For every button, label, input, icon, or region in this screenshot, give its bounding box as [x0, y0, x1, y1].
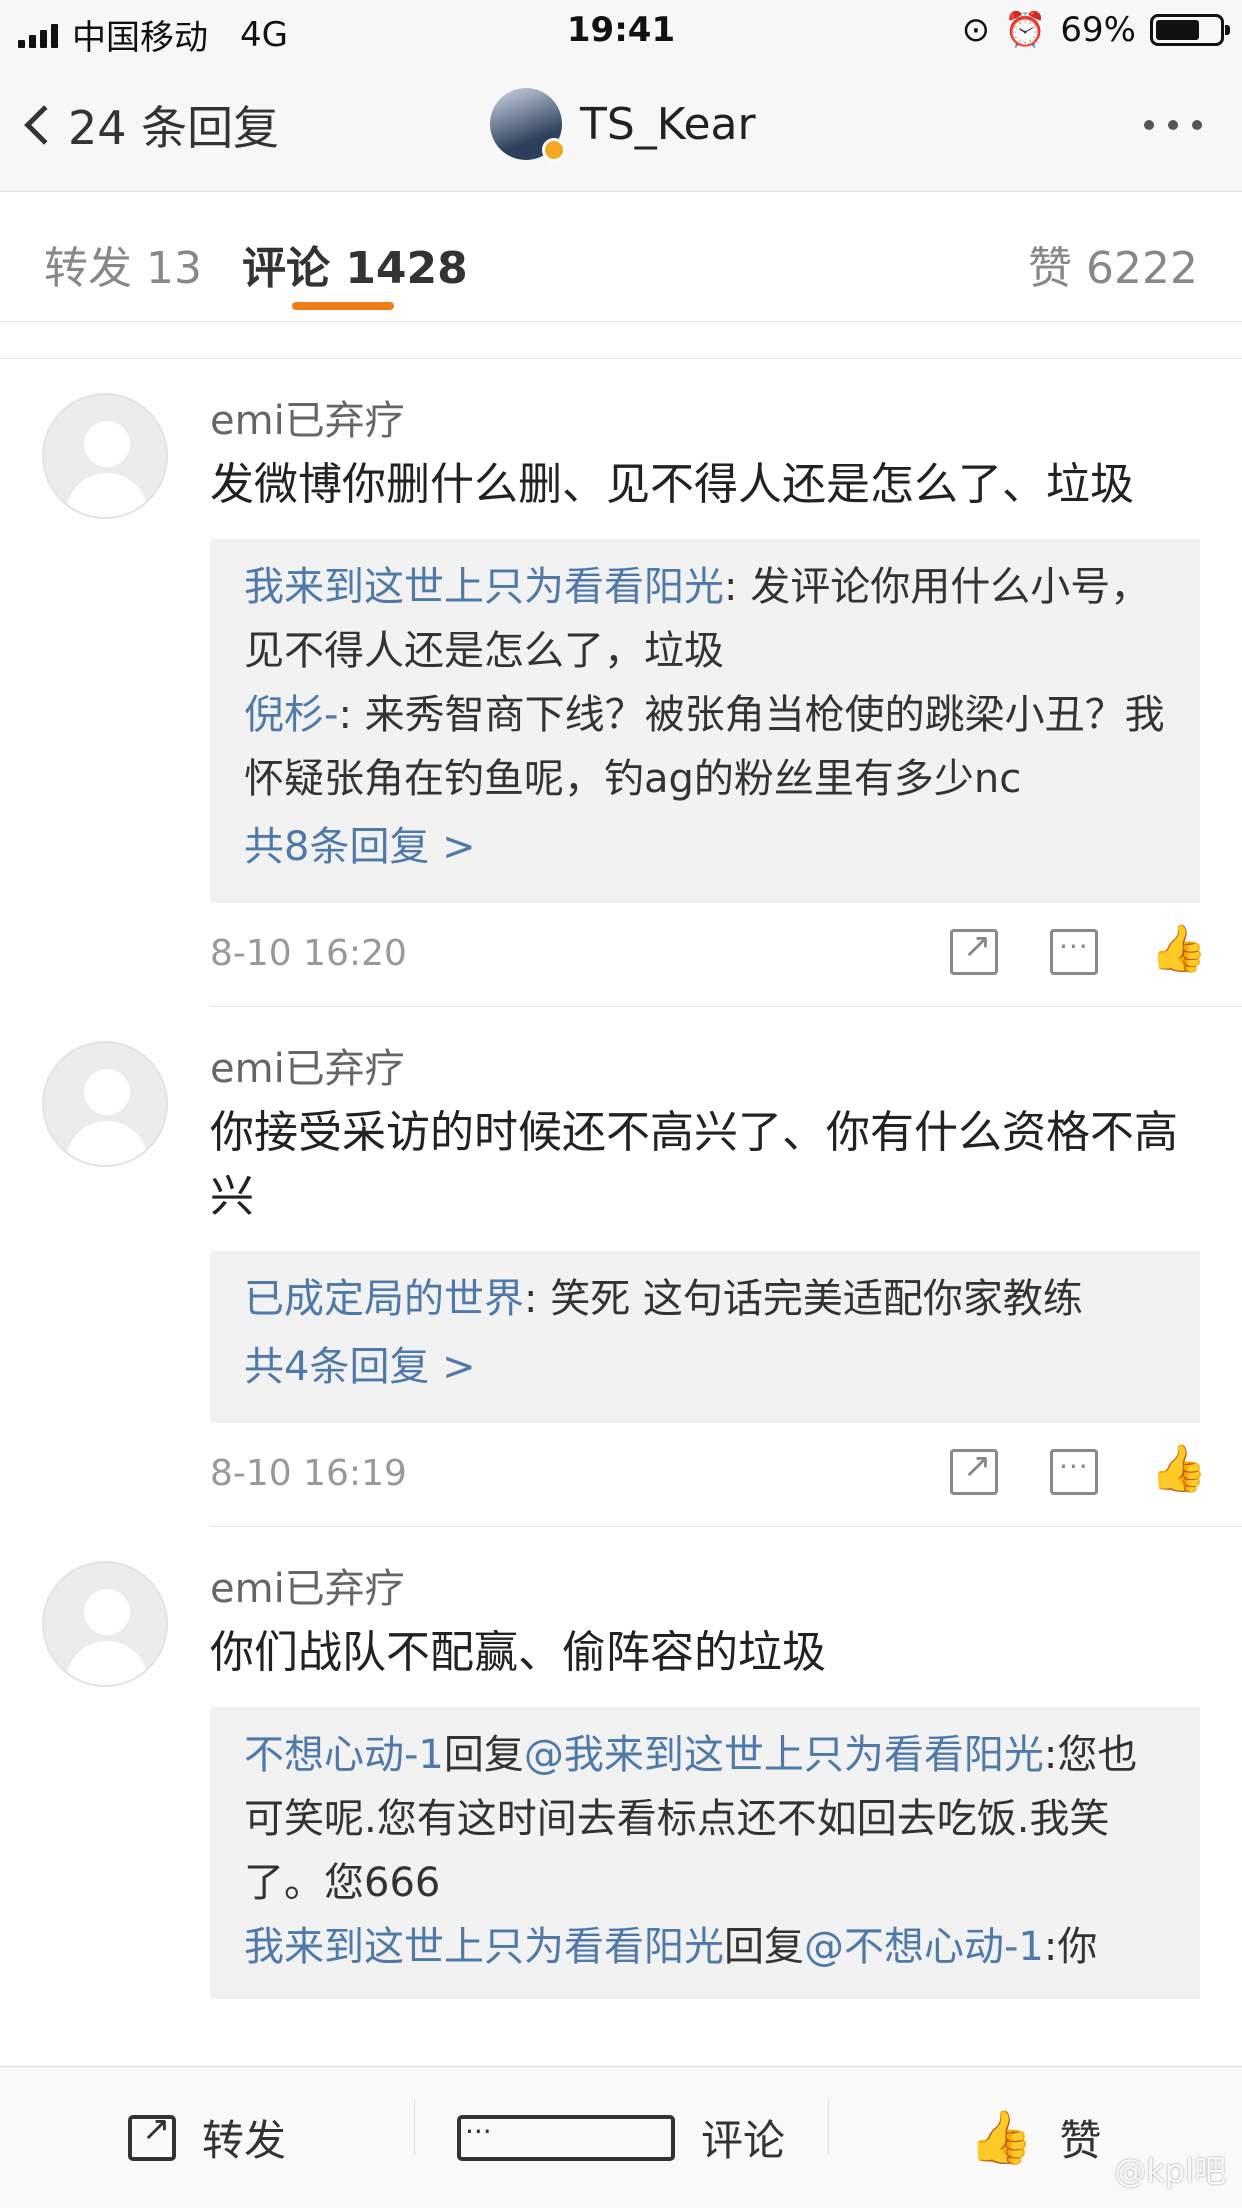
comment-username[interactable]: emi已弃疗 — [210, 1041, 1242, 1097]
like-label: 赞 — [1059, 2116, 1102, 2165]
reply-item: 我来到这世上只为看看阳光: 发评论你用什么小号，见不得人还是怎么了，垃圾 — [244, 555, 1166, 683]
comment-footer: 8-10 16:19 👍 — [210, 1423, 1242, 1527]
more-dots-icon[interactable] — [1144, 120, 1202, 130]
tab-comments[interactable]: 评论 1428 — [242, 232, 468, 296]
reply-mid: 回复 — [443, 1732, 524, 1778]
comment-text: 发微博你删什么删、见不得人还是怎么了、垃圾 — [210, 459, 1134, 510]
reply-item: 倪杉-: 来秀智商下线？被张角当枪使的跳梁小丑？我怀疑张角在钓鱼呢，钓ag的粉丝… — [244, 683, 1166, 811]
tab-repost[interactable]: 转发 13 — [44, 232, 202, 296]
reply-box[interactable]: 已成定局的世界: 笑死 这句话完美适配你家教练 共4条回复 > — [210, 1251, 1200, 1423]
status-right: ⊙ ⏰ 69% — [961, 10, 1230, 50]
reply-username[interactable]: 我来到这世上只为看看阳光 — [244, 1924, 724, 1970]
status-bar: 中国移动 4G 19:41 ⊙ ⏰ 69% — [0, 0, 1242, 62]
rotation-lock-icon: ⊙ — [961, 10, 991, 50]
more-replies-link[interactable]: 共8条回复 > — [244, 811, 1166, 883]
comment-item: emi已弃疗 发微博你删什么删、见不得人还是怎么了、垃圾 我来到这世上只为看看阳… — [0, 359, 1242, 1007]
reply-item: 不想心动-1回复@我来到这世上只为看看阳光:您也可笑呢.您有这时间去看标点还不如… — [244, 1723, 1166, 1915]
reply-mention[interactable]: @不想心动-1 — [804, 1924, 1044, 1970]
share-icon — [127, 2109, 176, 2161]
thumbs-up-icon: 👍 — [968, 2108, 1034, 2168]
comment-time: 8-10 16:19 — [210, 1453, 407, 1494]
repost-button[interactable]: 转发 — [0, 2107, 414, 2168]
alarm-icon: ⏰ — [1004, 10, 1047, 50]
comment-list: emi已弃疗 发微博你删什么删、见不得人还是怎么了、垃圾 我来到这世上只为看看阳… — [0, 323, 1242, 1999]
repost-label: 转发 — [201, 2116, 286, 2165]
watermark: @kpl吧 — [1114, 2152, 1226, 2190]
reply-item: 我来到这世上只为看看阳光回复@不想心动-1:你 — [244, 1915, 1166, 1979]
comment-button[interactable]: 评论 — [414, 2099, 828, 2168]
comment-item: emi已弃疗 你接受采访的时候还不高兴了、你有什么资格不高兴 已成定局的世界: … — [0, 1007, 1242, 1527]
comment-text: 你们战队不配赢、偷阵容的垃圾 — [210, 1627, 826, 1678]
avatar[interactable] — [42, 1561, 168, 1687]
reply-box[interactable]: 我来到这世上只为看看阳光: 发评论你用什么小号，见不得人还是怎么了，垃圾 倪杉-… — [210, 539, 1200, 903]
verified-badge-icon — [542, 138, 566, 162]
back-label: 24 条回复 — [68, 101, 280, 155]
comment-text: 你接受采访的时候还不高兴了、你有什么资格不高兴 — [210, 1107, 1178, 1222]
reply-username[interactable]: 不想心动-1 — [244, 1732, 444, 1778]
reply-username[interactable]: 已成定局的世界 — [244, 1276, 524, 1322]
comment-icon[interactable] — [1050, 1449, 1098, 1495]
chevron-left-icon — [24, 105, 64, 145]
bottom-toolbar: 转发 评论 👍 赞 @kpl吧 — [0, 2066, 1242, 2208]
avatar[interactable] — [42, 393, 168, 519]
reply-item: 已成定局的世界: 笑死 这句话完美适配你家教练 — [244, 1267, 1166, 1331]
comment-icon — [456, 2114, 675, 2161]
nav-bar: 24 条回复 TS_Kear — [0, 62, 1242, 192]
reply-username[interactable]: 倪杉- — [244, 692, 338, 738]
reply-text: : 笑死 这句话完美适配你家教练 — [524, 1276, 1083, 1322]
divider — [0, 323, 1242, 359]
reply-text: :你 — [1043, 1924, 1098, 1970]
battery-label: 69% — [1060, 10, 1136, 50]
tab-bar: 转发 13 评论 1428 赞 6222 — [0, 192, 1242, 322]
thumbs-up-icon[interactable]: 👍 — [1150, 1441, 1207, 1495]
share-icon[interactable] — [950, 1446, 998, 1495]
user-avatar — [490, 88, 566, 162]
comment-time: 8-10 16:20 — [210, 933, 407, 974]
comment-icon[interactable] — [1050, 929, 1098, 975]
tab-likes[interactable]: 赞 6222 — [1028, 232, 1198, 296]
battery-icon — [1150, 14, 1230, 46]
comment-username[interactable]: emi已弃疗 — [210, 393, 1242, 449]
reply-mention[interactable]: @我来到这世上只为看看阳光 — [524, 1732, 1044, 1778]
share-icon[interactable] — [950, 926, 998, 975]
more-replies-link[interactable]: 共4条回复 > — [244, 1331, 1166, 1403]
comment-footer: 8-10 16:20 👍 — [210, 903, 1242, 1007]
reply-mid: 回复 — [724, 1924, 804, 1970]
thumbs-up-icon[interactable]: 👍 — [1150, 921, 1207, 975]
nav-title: TS_Kear — [580, 98, 756, 150]
reply-box[interactable]: 不想心动-1回复@我来到这世上只为看看阳光:您也可笑呢.您有这时间去看标点还不如… — [210, 1707, 1200, 1999]
reply-text: : 来秀智商下线？被张角当枪使的跳梁小丑？我怀疑张角在钓鱼呢，钓ag的粉丝里有多… — [244, 692, 1165, 802]
reply-username[interactable]: 我来到这世上只为看看阳光 — [244, 564, 724, 610]
back-button[interactable]: 24 条回复 — [24, 92, 280, 158]
comment-item: emi已弃疗 你们战队不配赢、偷阵容的垃圾 不想心动-1回复@我来到这世上只为看… — [0, 1527, 1242, 1999]
tab-active-indicator — [292, 302, 394, 310]
nav-user[interactable]: TS_Kear — [490, 88, 756, 162]
avatar[interactable] — [42, 1041, 168, 1167]
comment-username[interactable]: emi已弃疗 — [210, 1561, 1242, 1617]
comment-label: 评论 — [700, 2116, 785, 2165]
